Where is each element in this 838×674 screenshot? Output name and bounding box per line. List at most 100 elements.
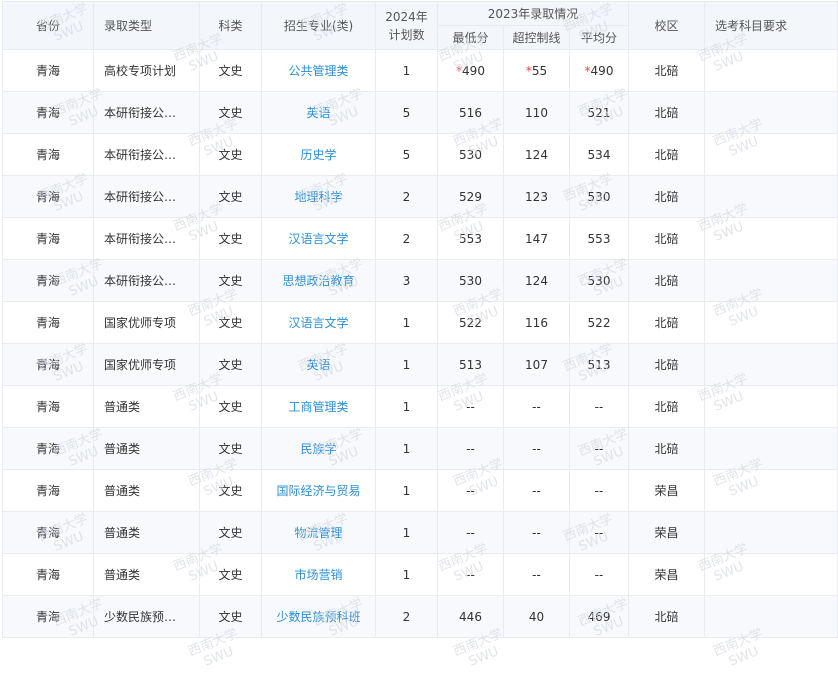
cell-plan-count-value: 1 — [402, 525, 411, 540]
cell-over-control-line-value: 55 — [531, 63, 548, 78]
cell-avg-score: -- — [569, 511, 629, 554]
cell-over-control-line: 147 — [503, 217, 570, 260]
cell-province-value: 青海 — [35, 568, 60, 582]
cell-min-score: 446 — [437, 595, 504, 638]
cell-admission-type: 普通类 — [93, 385, 200, 428]
cell-min-score-value: 516 — [459, 105, 482, 120]
cell-major-value[interactable]: 民族学 — [300, 442, 336, 456]
cell-plan-count: 1 — [375, 301, 438, 344]
cell-major[interactable]: 市场营销 — [261, 553, 376, 596]
cell-subject-requirement — [704, 343, 838, 386]
cell-min-score: 522 — [437, 301, 504, 344]
cell-subject-category-value: 文史 — [218, 316, 243, 330]
cell-major[interactable]: 英语 — [261, 343, 376, 386]
cell-min-score: -- — [437, 385, 504, 428]
cell-avg-score-value: 553 — [587, 231, 611, 246]
cell-subject-category-value: 文史 — [218, 484, 243, 498]
cell-province-value: 青海 — [35, 106, 60, 120]
cell-over-control-line-value: 107 — [525, 357, 548, 372]
cell-min-score: *490 — [437, 49, 504, 92]
cell-major-value[interactable]: 汉语言文学 — [288, 232, 348, 246]
cell-admission-type: 普通类 — [93, 427, 200, 470]
cell-campus-value: 荣昌 — [654, 568, 679, 582]
cell-major-value[interactable]: 工商管理类 — [288, 400, 348, 414]
cell-major[interactable]: 汉语言文学 — [261, 301, 376, 344]
cell-avg-score: 553 — [569, 217, 629, 260]
cell-major-value[interactable]: 历史学 — [300, 148, 336, 162]
header-subject-category: 科类 — [199, 1, 262, 50]
cell-admission-type: 国家优师专项 — [93, 301, 200, 344]
cell-subject-category: 文史 — [199, 49, 262, 92]
cell-campus: 北碚 — [628, 259, 705, 302]
cell-min-score: -- — [437, 469, 504, 512]
cell-plan-count-value: 1 — [402, 441, 411, 456]
cell-subject-category-value: 文史 — [218, 568, 243, 582]
cell-major[interactable]: 公共管理类 — [261, 49, 376, 92]
cell-avg-score-value: 513 — [587, 357, 611, 372]
cell-major[interactable]: 国际经济与贸易 — [261, 469, 376, 512]
cell-major-value[interactable]: 市场营销 — [294, 568, 342, 582]
cell-major[interactable]: 物流管理 — [261, 511, 376, 554]
cell-plan-count-value: 3 — [402, 273, 411, 288]
cell-province-value: 青海 — [35, 400, 60, 414]
cell-subject-requirement — [704, 301, 838, 344]
cell-campus-value: 北碚 — [654, 400, 679, 414]
header-plan-count: 2024年 计划数 — [375, 1, 438, 50]
table-row: 青海 少数民族预… 文史 少数民族预科班 2 446 40 469 北碚 — [2, 595, 838, 638]
cell-province-value: 青海 — [35, 232, 60, 246]
cell-major-value[interactable]: 英语 — [306, 106, 330, 120]
cell-over-control-line-value: 124 — [525, 147, 548, 162]
cell-avg-score-value: 469 — [587, 609, 611, 624]
cell-campus-value: 北碚 — [654, 442, 679, 456]
table-row: 青海 国家优师专项 文史 汉语言文学 1 522 116 522 北碚 — [2, 301, 838, 344]
cell-major[interactable]: 工商管理类 — [261, 385, 376, 428]
cell-major[interactable]: 汉语言文学 — [261, 217, 376, 260]
cell-plan-count: 2 — [375, 217, 438, 260]
cell-major[interactable]: 少数民族预科班 — [261, 595, 376, 638]
cell-min-score-value: 529 — [459, 189, 482, 204]
cell-major-value[interactable]: 物流管理 — [294, 526, 342, 540]
cell-plan-count: 1 — [375, 469, 438, 512]
cell-major[interactable]: 思想政治教育 — [261, 259, 376, 302]
cell-subject-category-value: 文史 — [218, 232, 243, 246]
cell-major-value[interactable]: 汉语言文学 — [288, 316, 348, 330]
cell-major-value[interactable]: 公共管理类 — [288, 64, 348, 78]
table-row: 青海 本研衔接公… 文史 地理科学 2 529 123 530 北碚 — [2, 175, 838, 218]
cell-avg-score-value: -- — [594, 567, 604, 582]
cell-plan-count: 1 — [375, 385, 438, 428]
cell-subject-requirement — [704, 427, 838, 470]
cell-min-score-value: -- — [466, 441, 475, 456]
cell-subject-category-value: 文史 — [218, 610, 243, 624]
cell-major-value[interactable]: 英语 — [306, 358, 330, 372]
cell-campus-value: 北碚 — [654, 190, 679, 204]
cell-major-value[interactable]: 地理科学 — [294, 190, 342, 204]
cell-major[interactable]: 地理科学 — [261, 175, 376, 218]
cell-over-control-line-value: 110 — [525, 105, 548, 120]
cell-admission-type-value: 国家优师专项 — [104, 316, 177, 330]
cell-campus: 荣昌 — [628, 469, 705, 512]
cell-subject-category: 文史 — [199, 427, 262, 470]
cell-major-value[interactable]: 少数民族预科班 — [276, 610, 360, 624]
cell-major-value[interactable]: 思想政治教育 — [282, 274, 354, 288]
cell-subject-category-value: 文史 — [218, 148, 243, 162]
cell-subject-requirement — [704, 385, 838, 428]
table-row: 青海 高校专项计划 文史 公共管理类 1 *490 *55 *490 北碚 — [2, 49, 838, 92]
cell-admission-type-value: 本研衔接公… — [104, 148, 177, 162]
cell-subject-category: 文史 — [199, 343, 262, 386]
table-row: 青海 本研衔接公… 文史 思想政治教育 3 530 124 530 北碚 — [2, 259, 838, 302]
cell-province: 青海 — [2, 91, 94, 134]
cell-plan-count-value: 1 — [402, 63, 411, 78]
cell-major-value[interactable]: 国际经济与贸易 — [276, 484, 360, 498]
cell-admission-type: 普通类 — [93, 469, 200, 512]
cell-major[interactable]: 历史学 — [261, 133, 376, 176]
cell-province-value: 青海 — [35, 190, 60, 204]
cell-province-value: 青海 — [35, 610, 60, 624]
cell-min-score: 529 — [437, 175, 504, 218]
cell-subject-category-value: 文史 — [218, 442, 243, 456]
cell-min-score-value: -- — [466, 399, 475, 414]
cell-min-score-value: 522 — [459, 315, 482, 330]
cell-avg-score: -- — [569, 385, 629, 428]
cell-campus: 北碚 — [628, 301, 705, 344]
cell-major[interactable]: 英语 — [261, 91, 376, 134]
cell-major[interactable]: 民族学 — [261, 427, 376, 470]
